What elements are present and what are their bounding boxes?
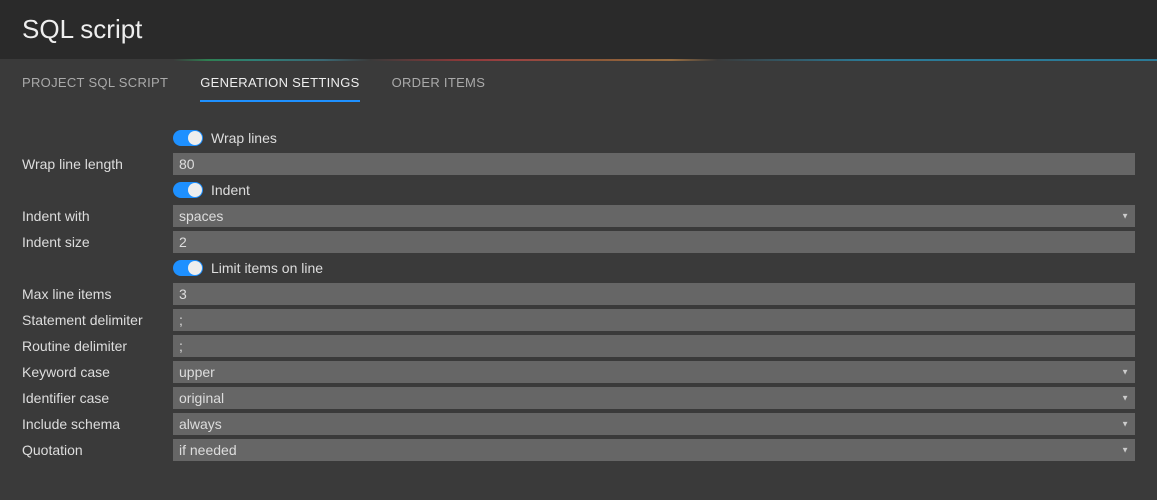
keyword-case-select[interactable]: upper: [173, 361, 1135, 383]
wrap-line-length-label: Wrap line length: [22, 151, 173, 177]
indent-label: Indent: [211, 182, 250, 198]
toggle-knob: [188, 261, 202, 275]
tab-project-sql-script[interactable]: PROJECT SQL SCRIPT: [22, 75, 168, 102]
toggle-knob: [188, 183, 202, 197]
indent-toggle[interactable]: [173, 182, 203, 198]
page-title: SQL script: [0, 0, 1157, 59]
wrap-lines-toggle[interactable]: [173, 130, 203, 146]
indent-with-select[interactable]: spaces: [173, 205, 1135, 227]
indent-size-input[interactable]: [173, 231, 1135, 253]
tabs-bar: PROJECT SQL SCRIPT GENERATION SETTINGS O…: [0, 61, 1157, 103]
wrap-lines-label: Wrap lines: [211, 130, 277, 146]
limit-items-toggle[interactable]: [173, 260, 203, 276]
keyword-case-label: Keyword case: [22, 359, 173, 385]
indent-size-label: Indent size: [22, 229, 173, 255]
max-line-items-label: Max line items: [22, 281, 173, 307]
include-schema-label: Include schema: [22, 411, 173, 437]
tab-generation-settings[interactable]: GENERATION SETTINGS: [200, 75, 359, 102]
quotation-select[interactable]: if needed: [173, 439, 1135, 461]
identifier-case-label: Identifier case: [22, 385, 173, 411]
tab-order-items[interactable]: ORDER ITEMS: [392, 75, 486, 102]
routine-delimiter-label: Routine delimiter: [22, 333, 173, 359]
statement-delimiter-label: Statement delimiter: [22, 307, 173, 333]
quotation-label: Quotation: [22, 437, 173, 463]
max-line-items-input[interactable]: [173, 283, 1135, 305]
limit-items-label: Limit items on line: [211, 260, 323, 276]
settings-form: Wrap lines Wrap line length Indent Inden…: [0, 103, 1157, 473]
accent-bar: [0, 59, 1157, 61]
identifier-case-select[interactable]: original: [173, 387, 1135, 409]
statement-delimiter-input[interactable]: [173, 309, 1135, 331]
indent-with-label: Indent with: [22, 203, 173, 229]
wrap-line-length-input[interactable]: [173, 153, 1135, 175]
include-schema-select[interactable]: always: [173, 413, 1135, 435]
routine-delimiter-input[interactable]: [173, 335, 1135, 357]
toggle-knob: [188, 131, 202, 145]
